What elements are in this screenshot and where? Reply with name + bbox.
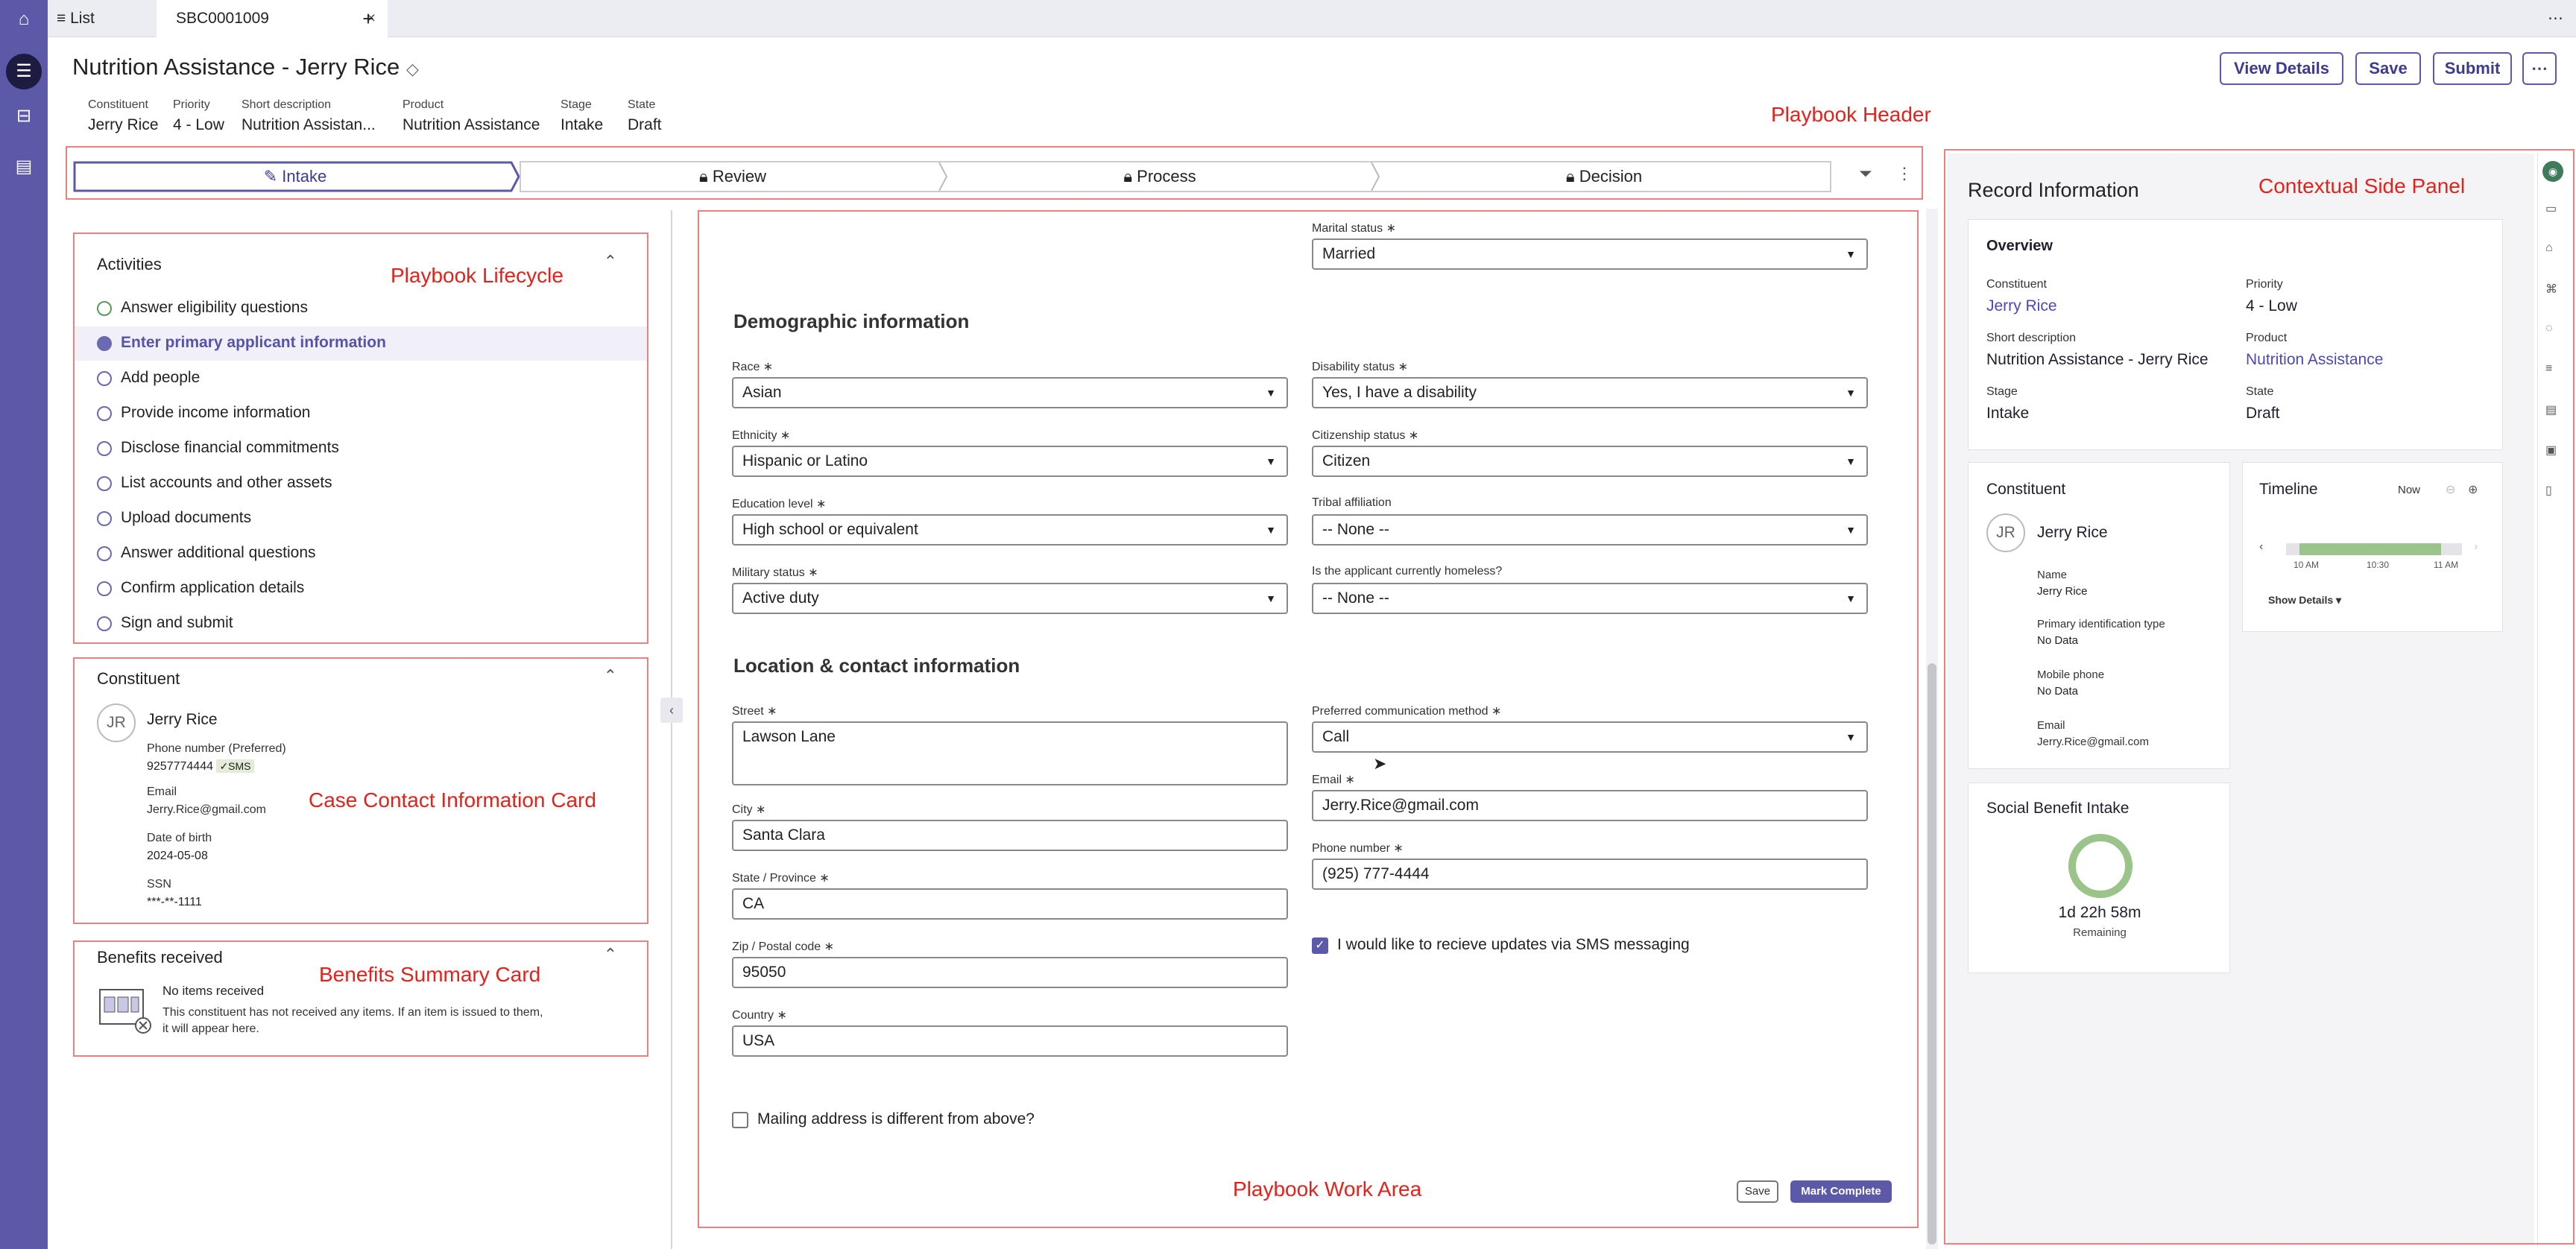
more-icon[interactable]: ⋯ (2548, 0, 2570, 37)
column-divider (671, 210, 672, 1249)
meta-state: State Draft (628, 98, 662, 134)
meta-product: Product Nutrition Assistance (402, 98, 540, 134)
meta-value: Nutrition Assistan... (242, 116, 376, 133)
tab-record-label: SBC0001009 (176, 10, 269, 27)
annotation-label: Case Contact Information Card (309, 788, 596, 812)
menu-icon[interactable]: ☰ (6, 54, 42, 89)
meta-label: Priority (173, 98, 210, 111)
tab-list[interactable]: ≡ List (57, 0, 146, 37)
scrollbar-track (1926, 209, 1938, 1249)
annotation-work-area-box (698, 210, 1919, 1228)
home-icon[interactable]: ⌂ (12, 7, 36, 31)
annotation-label: Playbook Work Area (1233, 1177, 1422, 1201)
annotation-label: Benefits Summary Card (319, 963, 541, 986)
meta-stage: Stage Intake (561, 98, 603, 134)
annotation-label: Contextual Side Panel (2258, 174, 2466, 197)
annotation-label: Playbook Header (1771, 103, 1931, 126)
nav-rail: ⌂ ☰ ⊟ ▤ (0, 0, 48, 1249)
page-title-text: Nutrition Assistance - Jerry Rice (72, 54, 400, 80)
list-icon: ≡ (57, 10, 71, 27)
meta-priority: Priority 4 - Low (173, 98, 224, 134)
meta-constituent: Constituent Jerry Rice (88, 98, 159, 134)
annotation-label: Playbook Lifecycle (391, 264, 564, 287)
clipboard-icon[interactable]: ▤ (12, 155, 36, 179)
meta-label: Product (402, 98, 444, 111)
meta-value: Intake (561, 116, 604, 133)
annotation-lifecycle-box (73, 233, 648, 644)
annotation-side-panel-box (1944, 149, 2575, 1245)
tab-bar: ≡ List SBC0001009 × + ⋯ (48, 0, 2576, 37)
meta-value-link[interactable]: Jerry Rice (88, 116, 159, 134)
meta-label: State (628, 98, 656, 111)
meta-label: Short description (242, 98, 332, 111)
collapse-icon[interactable]: ‹ (660, 698, 683, 723)
meta-value: Draft (628, 116, 662, 133)
save-button[interactable]: Save (2355, 52, 2421, 85)
meta-label: Constituent (88, 98, 148, 111)
meta-short-description: Short description Nutrition Assistan... (242, 98, 376, 134)
more-actions-button[interactable]: ⋯ (2522, 52, 2557, 85)
meta-label: Stage (561, 98, 592, 111)
view-details-button[interactable]: View Details (2220, 52, 2343, 85)
add-tab-button[interactable]: + (353, 0, 383, 37)
submit-button[interactable]: Submit (2433, 52, 2512, 85)
meta-value-link[interactable]: Nutrition Assistance (402, 116, 540, 134)
annotation-benefits-box (73, 940, 648, 1057)
tag-icon[interactable]: ◇ (406, 60, 419, 78)
page-title: Nutrition Assistance - Jerry Rice ◇ (72, 54, 419, 80)
meta-value: 4 - Low (173, 116, 224, 133)
inbox-icon[interactable]: ⊟ (12, 104, 36, 128)
annotation-header-box (66, 146, 1923, 200)
tab-list-label: List (70, 10, 95, 27)
scrollbar-thumb[interactable] (1928, 663, 1936, 1245)
